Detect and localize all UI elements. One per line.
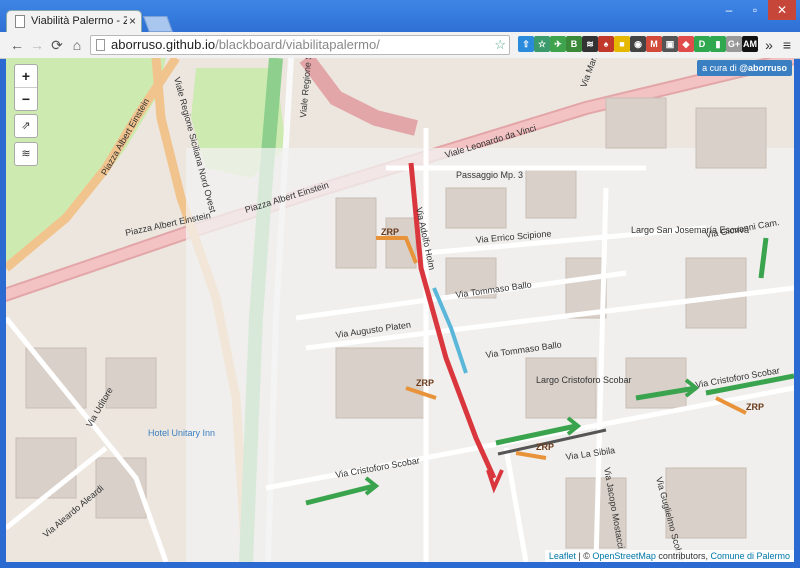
extension-icon-15[interactable]: AM <box>742 36 758 52</box>
back-button[interactable]: ← <box>8 36 26 54</box>
credit-prefix: a cura di <box>702 63 740 73</box>
minimize-button[interactable]: – <box>716 0 742 20</box>
url-path: /blackboard/viabilitapalermo/ <box>215 37 380 52</box>
url-text: aborruso.github.io/blackboard/viabilitap… <box>111 37 380 52</box>
bookmark-star-icon[interactable]: ☆ <box>494 37 506 53</box>
chrome-menu-icon[interactable]: ≡ <box>778 36 796 54</box>
extension-icon-5[interactable]: ≋ <box>582 36 598 52</box>
title-bar: Viabilità Palermo - ZONA × – ▫ ✕ <box>0 0 800 32</box>
browser-window: Viabilità Palermo - ZONA × – ▫ ✕ ← → ⟳ ⌂… <box>0 0 800 568</box>
comune-link[interactable]: Comune di Palermo <box>710 551 790 561</box>
extension-icon-9[interactable]: M <box>646 36 662 52</box>
extension-icon-14[interactable]: G+ <box>726 36 742 52</box>
extension-icon-7[interactable]: ■ <box>614 36 630 52</box>
extension-icon-13[interactable]: ▮ <box>710 36 726 52</box>
address-bar[interactable]: aborruso.github.io/blackboard/viabilitap… <box>90 35 510 55</box>
zoom-in-button[interactable]: + <box>15 65 37 87</box>
label-zrp-2: ZRP <box>416 378 434 388</box>
map-canvas[interactable]: Viale Leonardo da Vinci Piazza Albert Ei… <box>6 58 794 562</box>
extension-icon-8[interactable]: ◉ <box>630 36 646 52</box>
share-icon[interactable]: ⇗ <box>14 114 38 138</box>
forward-button[interactable]: → <box>28 36 46 54</box>
label-zrp-1: ZRP <box>381 227 399 237</box>
leaflet-link[interactable]: Leaflet <box>549 551 576 561</box>
attribution-sep: | © <box>575 551 593 561</box>
new-tab-button[interactable] <box>143 16 173 32</box>
home-button[interactable]: ⌂ <box>68 36 86 54</box>
map-view[interactable]: Viale Leonardo da Vinci Piazza Albert Ei… <box>6 58 794 562</box>
label-passaggio: Passaggio Mp. 3 <box>456 170 523 180</box>
extension-icon-1[interactable]: ⇧ <box>518 36 534 52</box>
page-icon <box>15 15 25 28</box>
extensions-overflow-icon[interactable]: » <box>760 36 778 54</box>
zoom-out-button[interactable]: − <box>15 87 37 110</box>
tab-title: Viabilità Palermo - ZONA <box>31 15 127 27</box>
label-largo-cristoforo: Largo Cristoforo Scobar <box>536 375 632 385</box>
label-zrp-3: ZRP <box>536 442 554 452</box>
page-info-icon[interactable] <box>96 39 105 51</box>
map-attribution: Leaflet | © OpenStreetMap contributors, … <box>544 550 794 562</box>
credit-handle[interactable]: @aborruso <box>739 63 787 73</box>
attribution-rest: contributors, <box>655 551 711 561</box>
label-hotel: Hotel Unitary Inn <box>148 428 215 438</box>
zoom-control: + − <box>14 64 38 111</box>
extension-icon-11[interactable]: ◆ <box>678 36 694 52</box>
author-credit[interactable]: a cura di @aborruso <box>697 60 792 76</box>
url-host: aborruso.github.io <box>111 37 216 52</box>
extension-icon-3[interactable]: ✈ <box>550 36 566 52</box>
layers-icon[interactable]: ≋ <box>14 142 38 166</box>
browser-tab[interactable]: Viabilità Palermo - ZONA × <box>6 10 142 32</box>
maximize-button[interactable]: ▫ <box>742 0 768 20</box>
reload-button[interactable]: ⟳ <box>48 36 66 54</box>
extension-icon-6[interactable]: ♠ <box>598 36 614 52</box>
label-zrp-4: ZRP <box>746 402 764 412</box>
osm-link[interactable]: OpenStreetMap <box>592 551 656 561</box>
extension-icon-4[interactable]: B <box>566 36 582 52</box>
tab-close-icon[interactable]: × <box>129 14 136 28</box>
extension-icon-12[interactable]: D <box>694 36 710 52</box>
extension-icon-10[interactable]: ▣ <box>662 36 678 52</box>
extension-icon-2[interactable]: ☆ <box>534 36 550 52</box>
close-window-button[interactable]: ✕ <box>768 0 796 20</box>
